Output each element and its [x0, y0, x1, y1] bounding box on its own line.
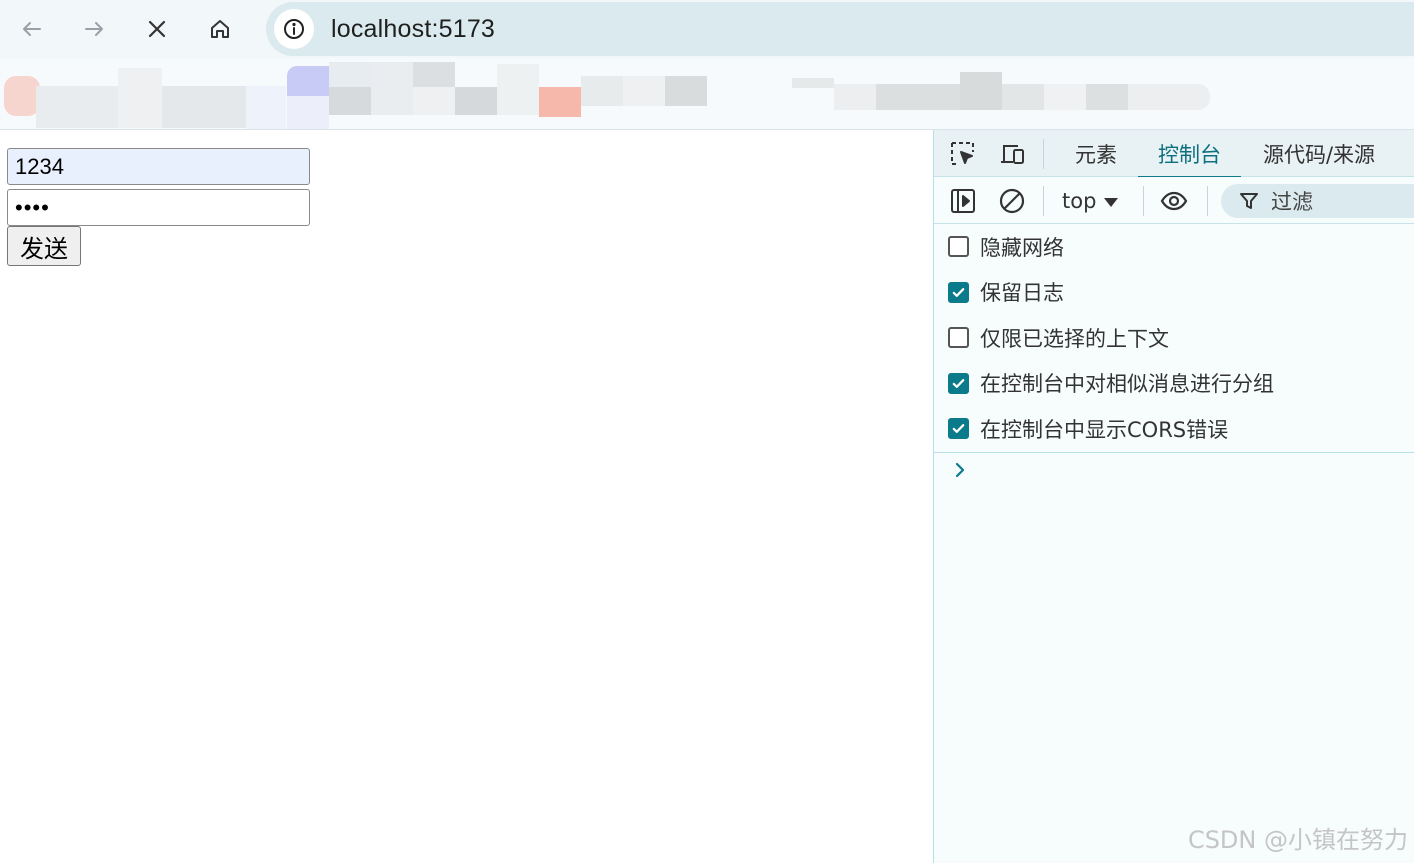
device-toolbar-button[interactable] — [995, 137, 1029, 171]
setting-label: 在控制台中显示CORS错误 — [980, 417, 1229, 442]
context-selector[interactable]: top — [1062, 185, 1119, 217]
clear-icon — [999, 188, 1025, 214]
chevron-down-icon — [1104, 197, 1119, 207]
toolbar-separator — [1043, 139, 1044, 169]
tab-console-label: 控制台 — [1158, 142, 1221, 167]
arrow-right-icon — [85, 22, 103, 36]
username-input[interactable] — [7, 148, 310, 185]
browser-toolbar: localhost:5173 — [0, 0, 1414, 58]
bookmarks-bar-blurred — [0, 58, 1414, 130]
devtools-tabbar: 元素 控制台 源代码/来源 — [934, 130, 1414, 178]
devtools-panel: 元素 控制台 源代码/来源 top 过滤 隐藏网络 保留日志 仅限已选择的上下文… — [933, 130, 1414, 863]
page-content: 发送 — [0, 130, 933, 863]
tab-elements[interactable]: 元素 — [1058, 130, 1134, 177]
eye-icon — [1160, 191, 1188, 211]
checkbox-group-similar[interactable] — [948, 372, 969, 394]
home-icon — [211, 20, 229, 38]
filter-placeholder: 过滤 — [1271, 190, 1313, 214]
checkmark-icon — [952, 287, 965, 297]
filter-input[interactable]: 过滤 — [1221, 184, 1414, 218]
sidebar-toggle-icon — [951, 189, 975, 213]
toolbar-separator — [1143, 186, 1144, 216]
filter-icon — [1240, 193, 1258, 209]
setting-preserve-log[interactable]: 保留日志 — [934, 270, 1414, 316]
console-settings: 隐藏网络 保留日志 仅限已选择的上下文 在控制台中对相似消息进行分组 在控制台中… — [934, 224, 1414, 452]
tab-elements-label: 元素 — [1075, 142, 1117, 167]
site-info-button[interactable] — [274, 9, 314, 49]
inspect-element-button[interactable] — [946, 137, 980, 171]
setting-show-cors-errors[interactable]: 在控制台中显示CORS错误 — [934, 406, 1414, 452]
checkmark-icon — [952, 378, 965, 388]
show-sidebar-button[interactable] — [946, 184, 980, 218]
setting-hide-network[interactable]: 隐藏网络 — [934, 224, 1414, 270]
address-bar[interactable]: localhost:5173 — [266, 2, 1414, 56]
live-expression-button[interactable] — [1157, 184, 1191, 218]
clear-console-button[interactable] — [995, 184, 1029, 218]
tab-sources[interactable]: 源代码/来源 — [1252, 130, 1386, 177]
checkbox-show-cors-errors[interactable] — [948, 418, 969, 440]
inspect-cursor-icon — [951, 142, 974, 165]
device-mode-icon — [1001, 145, 1024, 164]
context-selector-label: top — [1062, 189, 1097, 213]
checkmark-icon — [952, 424, 965, 434]
url-text[interactable]: localhost:5173 — [331, 15, 495, 44]
setting-label: 隐藏网络 — [980, 235, 1064, 260]
setting-selected-context-only[interactable]: 仅限已选择的上下文 — [934, 315, 1414, 361]
back-button[interactable] — [12, 9, 52, 49]
home-button[interactable] — [200, 9, 240, 49]
tab-sources-label: 源代码/来源 — [1262, 142, 1376, 167]
forward-button[interactable] — [74, 9, 114, 49]
password-input[interactable] — [7, 189, 310, 226]
checkbox-selected-context-only[interactable] — [948, 327, 969, 349]
send-button[interactable]: 发送 — [7, 226, 81, 266]
chevron-right-icon — [955, 462, 965, 478]
close-icon — [148, 20, 166, 38]
toolbar-separator — [1043, 186, 1044, 216]
toolbar-separator — [1207, 186, 1208, 216]
setting-label: 在控制台中对相似消息进行分组 — [980, 372, 1274, 397]
info-icon — [284, 19, 304, 39]
arrow-left-icon — [23, 22, 41, 36]
stop-loading-button[interactable] — [137, 9, 177, 49]
setting-label: 仅限已选择的上下文 — [980, 326, 1169, 351]
tab-console[interactable]: 控制台 — [1138, 130, 1241, 178]
checkbox-hide-network[interactable] — [948, 236, 969, 258]
console-prompt[interactable] — [952, 459, 968, 481]
setting-group-similar[interactable]: 在控制台中对相似消息进行分组 — [934, 361, 1414, 407]
console-toolbar: top 过滤 — [934, 177, 1414, 224]
watermark: CSDN @小镇在努力 — [1187, 826, 1408, 854]
setting-label: 保留日志 — [980, 281, 1064, 306]
checkbox-preserve-log[interactable] — [948, 281, 969, 303]
console-divider — [934, 452, 1414, 453]
